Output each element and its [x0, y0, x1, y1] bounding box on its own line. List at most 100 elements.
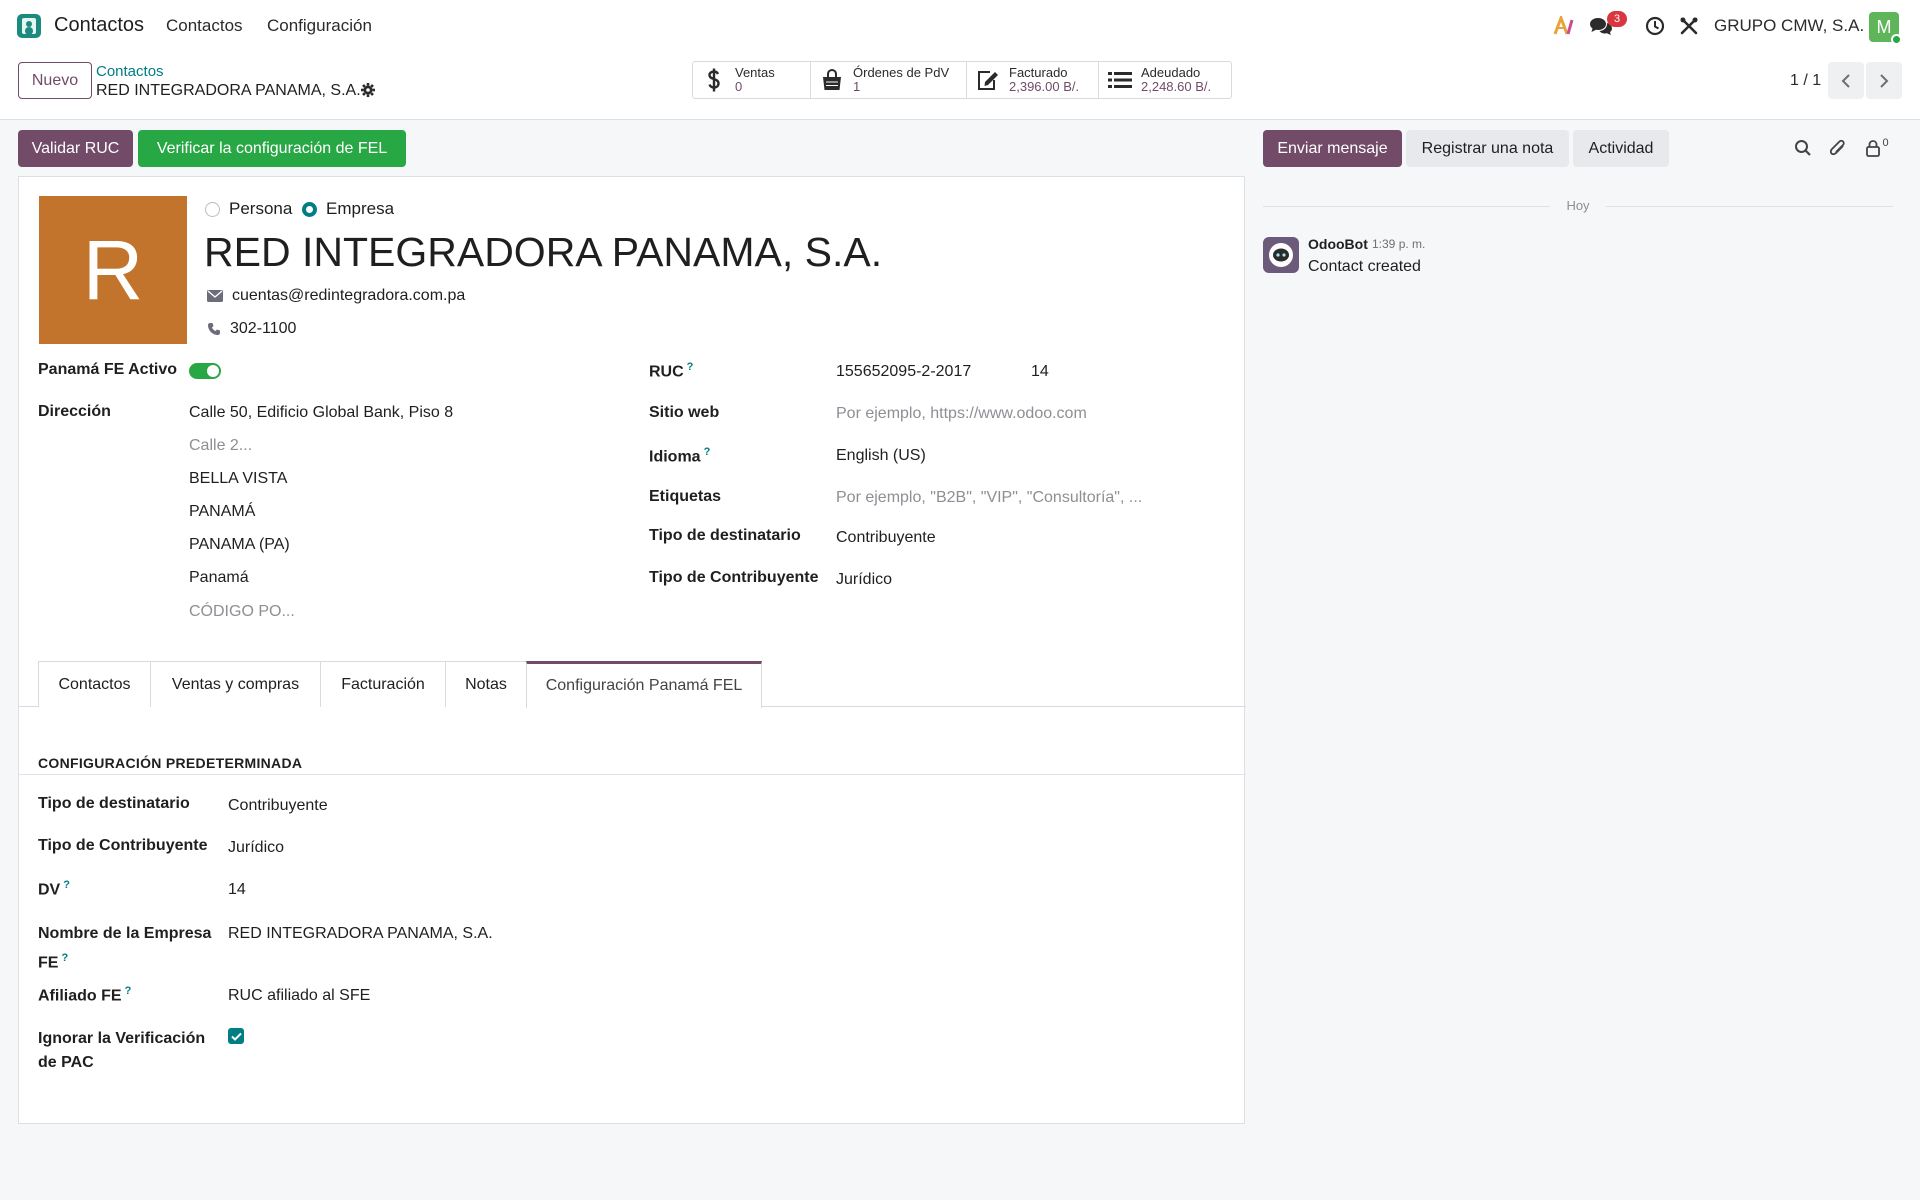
send-message-button[interactable]: Enviar mensaje [1263, 130, 1402, 167]
menu-contactos[interactable]: Contactos [166, 16, 243, 36]
messages-badge: 3 [1607, 11, 1627, 27]
message-author[interactable]: OdooBot [1308, 236, 1368, 252]
help-icon: ? [63, 879, 70, 891]
radio-circle [205, 201, 220, 217]
gear-icon[interactable] [360, 82, 376, 98]
panama-fe-label: Panamá FE Activo [38, 361, 178, 378]
paperclip-icon[interactable] [1827, 137, 1849, 159]
form-sheet: R Persona Empresa RED INTEGRADORA PANAMA… [18, 176, 1246, 1124]
tipo-destinatario-field[interactable]: Contribuyente [836, 529, 936, 547]
chevron-left-icon [1841, 73, 1850, 88]
ruc-dv-field[interactable]: 14 [1031, 363, 1049, 381]
odoobot-avatar[interactable] [1263, 237, 1299, 273]
list-icon [1107, 67, 1133, 93]
verificar-fel-button[interactable]: Verificar la configuración de FEL [138, 130, 406, 167]
city-field[interactable]: PANAMÁ [189, 503, 255, 521]
log-note-button[interactable]: Registrar una nota [1406, 130, 1569, 167]
district-field[interactable]: BELLA VISTA [189, 470, 287, 488]
fel-tipo-destinatario-field[interactable]: Contribuyente [228, 797, 328, 815]
activity-button[interactable]: Actividad [1573, 130, 1669, 167]
menu-configuracion[interactable]: Configuración [267, 16, 372, 36]
tipo-contribuyente-field[interactable]: Jurídico [836, 571, 892, 589]
etiquetas-field[interactable]: Por ejemplo, "B2B", "VIP", "Consultoría"… [836, 489, 1142, 507]
followers-count: 0 [1882, 137, 1889, 149]
ai-icon[interactable] [1552, 14, 1576, 38]
control-panel: Nuevo Contactos RED INTEGRADORA PANAMA, … [0, 52, 1920, 120]
radio-label: Empresa [326, 199, 395, 218]
smart-label: Órdenes de PdV [853, 65, 950, 80]
contacts-app-icon[interactable] [17, 14, 41, 38]
new-button[interactable]: Nuevo [18, 62, 92, 99]
radio-circle-selected [302, 201, 317, 217]
followers-button[interactable]: 0 [1862, 137, 1892, 159]
robot-icon [1269, 243, 1293, 267]
user-initial: M [1876, 17, 1892, 37]
zip-field[interactable]: CÓDIGO PO... [189, 603, 295, 621]
state-field[interactable]: PANAMA (PA) [189, 536, 290, 554]
radio-empresa[interactable]: Empresa [302, 199, 394, 219]
phone-value: 302-1100 [230, 320, 297, 337]
fel-nombre-field[interactable]: RED INTEGRADORA PANAMA, S.A. [228, 925, 493, 943]
help-icon: ? [703, 446, 711, 458]
tipo-destinatario-label: Tipo de destinatario [649, 527, 801, 544]
fel-ignorar-pac-label: Ignorar la Verificación de PAC [38, 1030, 206, 1071]
help-icon: ? [124, 985, 132, 997]
idioma-field[interactable]: English (US) [836, 447, 926, 465]
street2-field[interactable]: Calle 2... [189, 437, 252, 455]
ignorar-pac-checkbox[interactable] [228, 1028, 244, 1044]
street-field[interactable]: Calle 50, Edificio Global Bank, Piso 8 [189, 404, 453, 422]
breadcrumb-parent[interactable]: Contactos [96, 63, 164, 80]
envelope-icon [207, 290, 223, 302]
email-value: cuentas@redintegradora.com.pa [232, 287, 466, 304]
chevron-right-icon [1880, 73, 1889, 88]
pager-previous-button[interactable] [1828, 62, 1864, 99]
pager-next-button[interactable] [1866, 62, 1902, 99]
dollar-icon [701, 67, 727, 93]
tab-facturacion[interactable]: Facturación [320, 661, 446, 707]
smart-label: Adeudado [1141, 65, 1201, 80]
user-lock-icon [1866, 140, 1881, 157]
radio-label: Persona [229, 199, 293, 218]
tab-ventas-compras[interactable]: Ventas y compras [150, 661, 321, 707]
smart-button-facturado[interactable]: Facturado 2,396.00 B/. [967, 62, 1099, 98]
idioma-label: Idioma? [649, 446, 711, 466]
website-field[interactable]: Por ejemplo, https://www.odoo.com [836, 405, 1087, 423]
phone-field[interactable]: 302-1100 [207, 320, 296, 338]
contact-avatar[interactable]: R [39, 196, 187, 344]
tab-configuracion-panama-fel[interactable]: Configuración Panamá FEL [526, 661, 762, 708]
validar-ruc-button[interactable]: Validar RUC [18, 130, 133, 167]
tipo-contribuyente-label: Tipo de Contribuyente [649, 569, 819, 586]
etiquetas-label: Etiquetas [649, 488, 722, 505]
smart-buttons: Ventas 0 Órdenes de PdV 1 Facturado 2,396.0… [692, 61, 1232, 99]
top-navbar: Contactos Contactos Configuración 3 GRUP… [0, 0, 1920, 52]
partner-name-field[interactable]: RED INTEGRADORA PANAMA, S.A. [204, 229, 882, 276]
smart-label: Ventas [735, 65, 775, 80]
notebook-tabs: Contactos Ventas y compras Facturación N… [19, 661, 1246, 708]
country-field[interactable]: Panamá [189, 569, 249, 587]
user-avatar[interactable]: M [1869, 12, 1902, 45]
email-field[interactable]: cuentas@redintegradora.com.pa [207, 287, 465, 305]
fel-dv-field[interactable]: 14 [228, 881, 246, 899]
smart-button-adeudado[interactable]: Adeudado 2,248.60 B/. [1099, 62, 1231, 98]
message-body: Contact created [1308, 258, 1421, 275]
activity-clock-icon[interactable] [1643, 14, 1667, 38]
online-status-dot [1891, 34, 1902, 45]
ruc-field[interactable]: 155652095-2-2017 [836, 363, 971, 381]
fel-afiliado-label: Afiliado FE? [38, 985, 132, 1005]
search-icon[interactable] [1792, 137, 1814, 159]
tools-icon[interactable] [1677, 14, 1701, 38]
smart-value: 0 [735, 79, 743, 94]
smart-button-ordenes-pdv[interactable]: Órdenes de PdV 1 [811, 62, 967, 98]
company-switcher[interactable]: GRUPO CMW, S.A. [1714, 16, 1864, 36]
app-brand[interactable]: Contactos [54, 14, 144, 37]
tab-notas[interactable]: Notas [445, 661, 527, 707]
panama-fe-toggle[interactable] [189, 363, 221, 379]
shopping-bag-icon [819, 67, 845, 93]
pager-counter[interactable]: 1 / 1 [1790, 72, 1821, 90]
day-separator-label: Hoy [1550, 198, 1606, 213]
smart-button-ventas[interactable]: Ventas 0 [693, 62, 811, 98]
fel-tipo-contribuyente-field[interactable]: Jurídico [228, 839, 284, 857]
radio-persona[interactable]: Persona [205, 199, 292, 219]
tab-contactos[interactable]: Contactos [38, 661, 151, 707]
fel-afiliado-field[interactable]: RUC afiliado al SFE [228, 987, 370, 1005]
